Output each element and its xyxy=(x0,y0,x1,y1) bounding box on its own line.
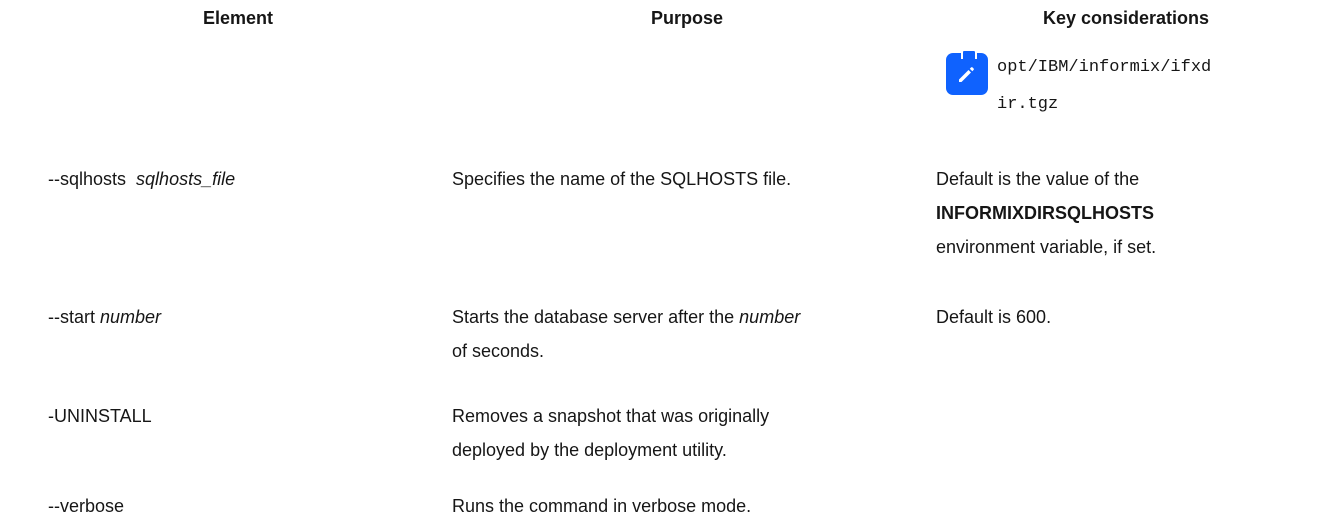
purpose-text-line: of seconds. xyxy=(452,341,545,361)
purpose-text-line: Removes a snapshot that was originally xyxy=(452,406,770,426)
edit-note-icon xyxy=(946,49,988,95)
purpose-text-line: Starts the database server after the num… xyxy=(452,300,922,334)
key-text-line: Default is the value of the xyxy=(936,169,1140,189)
purpose-text-line: Runs the command in verbose mode. xyxy=(452,496,752,516)
column-header-purpose: Purpose xyxy=(650,8,724,28)
purpose-text-line: deployed by the deployment utility. xyxy=(452,440,727,460)
install-path-note: opt/IBM/informix/ifxd ir.tgz xyxy=(997,49,1317,123)
key-text-line: environment variable, if set. xyxy=(936,237,1157,257)
install-path-line-2: ir.tgz xyxy=(997,95,1059,114)
option-name: --verbose xyxy=(48,496,125,516)
purpose-cell: Runs the command in verbose mode. xyxy=(452,489,922,523)
element-cell: --sqlhosts sqlhosts_file xyxy=(48,162,428,196)
option-argument: number xyxy=(100,307,162,327)
element-cell: -UNINSTALL xyxy=(48,399,428,433)
option-name: --sqlhosts xyxy=(48,169,127,189)
element-cell: --start number xyxy=(48,300,428,334)
key-considerations-cell: Default is the value of the INFORMIXDIRS… xyxy=(936,162,1316,264)
key-considerations-cell: Default is 600. xyxy=(936,300,1316,334)
purpose-cell: Removes a snapshot that was originally d… xyxy=(452,399,922,467)
key-text-line: Default is 600. xyxy=(936,307,1052,327)
purpose-text: Specifies the name of the SQLHOSTS file. xyxy=(452,169,792,189)
purpose-text: Starts the database server after the xyxy=(452,307,735,327)
column-header-key-considerations: Key considerations xyxy=(1042,8,1210,28)
purpose-cell: Specifies the name of the SQLHOSTS file. xyxy=(452,162,922,196)
option-name: --start xyxy=(48,307,95,327)
env-variable-name: INFORMIXDIRSQLHOSTS xyxy=(936,203,1155,223)
option-name: -UNINSTALL xyxy=(48,406,152,426)
purpose-argument: number xyxy=(739,307,801,327)
purpose-cell: Starts the database server after the num… xyxy=(452,300,922,368)
install-path-line-1: opt/IBM/informix/ifxd xyxy=(997,58,1212,77)
column-header-element: Element xyxy=(202,8,274,28)
option-argument: sqlhosts_file xyxy=(136,169,236,189)
element-cell: --verbose xyxy=(48,489,428,523)
